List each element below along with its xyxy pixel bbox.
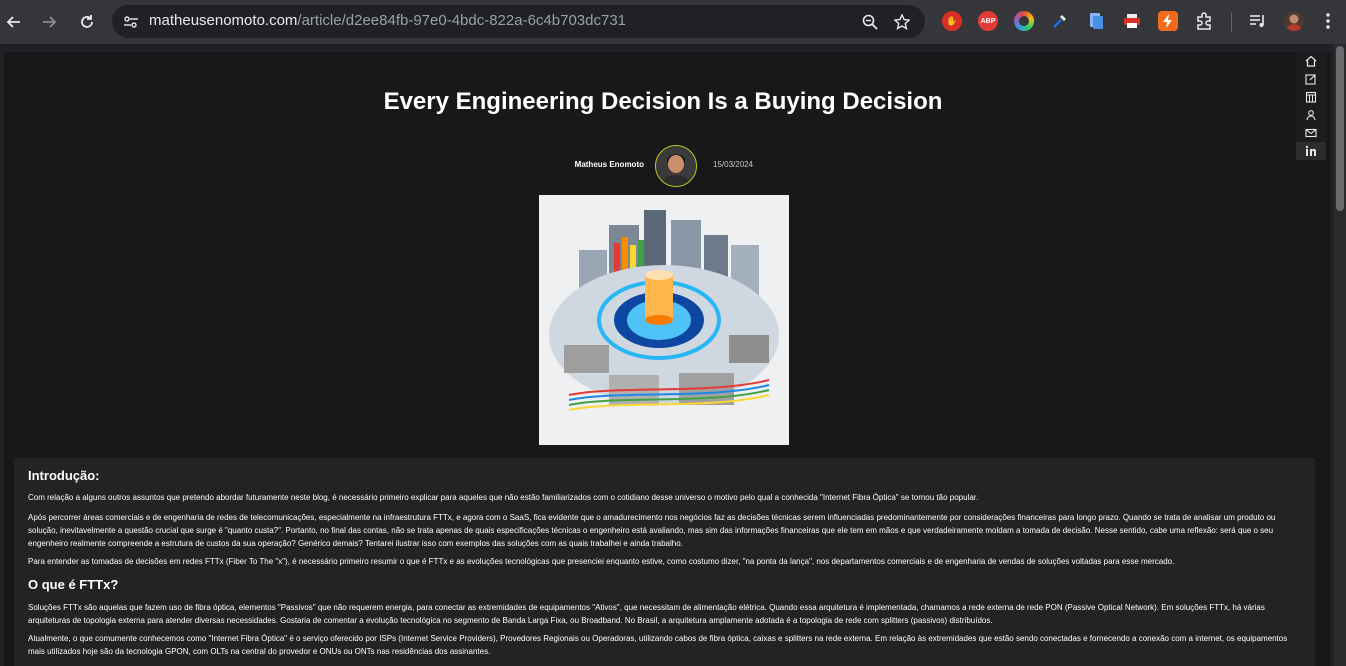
author-avatar [655, 145, 697, 187]
browser-toolbar: matheusenomoto.com/article/d2ee84fb-97e0… [0, 0, 1346, 44]
side-nav [1296, 52, 1326, 160]
article-content: Introdução: Com relação a alguns outros … [14, 458, 1315, 666]
adblock-plus-extension-icon[interactable]: ABP [978, 11, 998, 31]
forward-button[interactable] [35, 8, 63, 36]
hand-stop-extension-icon[interactable]: ✋ [942, 11, 962, 31]
url-text: matheusenomoto.com/article/d2ee84fb-97e0… [149, 12, 626, 29]
profile-avatar[interactable] [1284, 11, 1304, 31]
chrome-menu-icon[interactable] [1318, 11, 1338, 31]
paragraph: Para entender as tomadas de decisões em … [28, 557, 1175, 566]
zoom-icon[interactable] [860, 12, 880, 32]
post-date: 15/03/2024 [713, 160, 754, 169]
url-host: matheusenomoto.com [149, 12, 298, 29]
back-button[interactable] [0, 8, 28, 36]
intro-heading: Introdução: [28, 468, 100, 483]
toolbar-divider [1231, 12, 1232, 32]
docs-extension-icon[interactable] [1086, 11, 1106, 31]
bolt-extension-icon[interactable] [1158, 11, 1178, 31]
paragraph: Após percorrer áreas comerciais e de eng… [28, 513, 1276, 548]
back-arrow-icon [6, 16, 20, 28]
edit-icon[interactable] [1296, 70, 1326, 88]
user-icon[interactable] [1296, 106, 1326, 124]
eyedropper-extension-icon[interactable] [1050, 11, 1070, 31]
print-extension-icon[interactable] [1122, 11, 1142, 31]
calendar-icon[interactable] [1296, 88, 1326, 106]
site-info-icon[interactable] [122, 13, 140, 31]
article-hero-image [539, 195, 789, 445]
media-control-icon[interactable] [1248, 11, 1268, 31]
mail-icon[interactable] [1296, 124, 1326, 142]
paragraph: Atualmente, o que comumente conhecemos c… [28, 634, 1288, 656]
extensions-puzzle-icon[interactable] [1194, 11, 1214, 31]
author-name: Matheus Enomoto [574, 160, 644, 169]
address-bar[interactable]: matheusenomoto.com/article/d2ee84fb-97e0… [112, 5, 925, 38]
reload-button[interactable] [73, 8, 101, 36]
scrollbar-thumb[interactable] [1336, 46, 1344, 211]
color-picker-extension-icon[interactable] [1014, 11, 1034, 31]
paragraph: Soluções FTTx são aquelas que fazem uso … [28, 603, 1265, 625]
fttx-heading: O que é FTTx? [28, 577, 119, 592]
reload-icon [81, 15, 93, 28]
web-page: Every Engineering Decision Is a Buying D… [4, 52, 1330, 666]
forward-arrow-icon [43, 16, 57, 28]
article-title: Every Engineering Decision Is a Buying D… [383, 88, 943, 115]
bookmark-star-icon[interactable] [892, 12, 912, 32]
linkedin-icon[interactable] [1296, 142, 1326, 160]
url-path: /article/d2ee84fb-97e0-4bdc-822a-6c4b703… [297, 12, 627, 29]
paragraph: Com relação a alguns outros assuntos que… [28, 493, 979, 502]
page-scrollbar[interactable] [1334, 44, 1346, 666]
home-icon[interactable] [1296, 52, 1326, 70]
